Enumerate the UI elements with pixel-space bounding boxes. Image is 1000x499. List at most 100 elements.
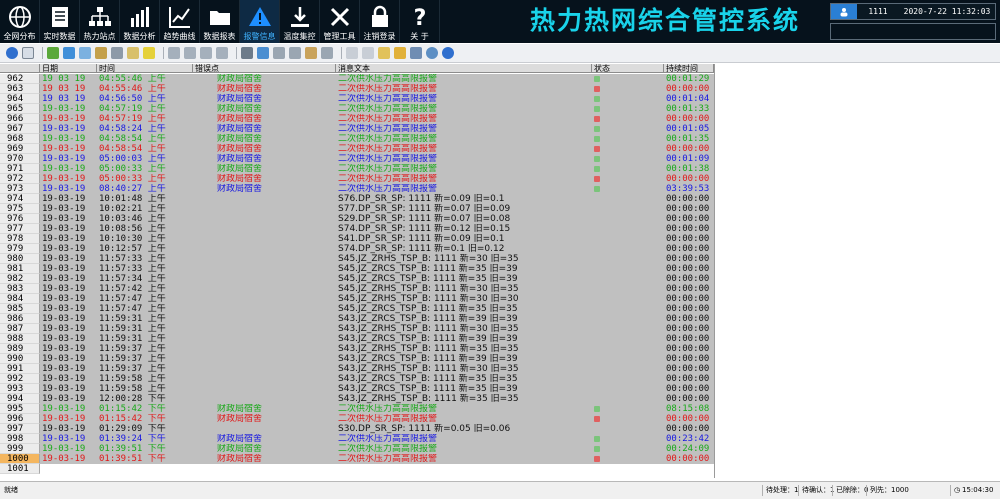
- table-row[interactable]: 986 19-03-19 11:59:31 上午 S43.JZ_ZRCS_TSP_B:…: [0, 314, 714, 324]
- table-row[interactable]: 976 19-03-19 10:03:46 上午 S29.DP_SR_SP: 1111…: [0, 214, 714, 224]
- table-row[interactable]: 974 19-03-19 10:01:48 上午 S76.DP_SR_SP: 1111…: [0, 194, 714, 204]
- table-row[interactable]: 977 19-03-19 10:08:56 上午 S74.DP_SR_SP: 1111…: [0, 224, 714, 234]
- table-row[interactable]: 987 19-03-19 11:59:31 上午 S43.JZ_ZRHS_TSP_B:…: [0, 324, 714, 334]
- nav-button-6[interactable]: 报警信息: [240, 0, 280, 43]
- table-row[interactable]: 964 19 03 19 04:56:50 上午 财政局宿舍 二次供水压力高高限报警 00…: [0, 94, 714, 104]
- nav-button-4[interactable]: 趋势曲线: [160, 0, 200, 43]
- nav-button-3[interactable]: 数据分析: [120, 0, 160, 43]
- note-icon[interactable]: [378, 47, 390, 59]
- report-icon[interactable]: [22, 47, 34, 59]
- help-icon[interactable]: [6, 47, 18, 59]
- nav-button-2[interactable]: 热力站点: [80, 0, 120, 43]
- row-index: 994: [0, 394, 40, 404]
- status-divider: [866, 485, 867, 496]
- export-icon[interactable]: [257, 47, 269, 59]
- status-divider: [762, 485, 763, 496]
- status-bar: 就绪 待处理：1 待确认：1 已除除：0 列先：1000 ◷ 15:04:30: [0, 481, 1000, 499]
- table-row[interactable]: 970 19-03-19 05:00:03 上午 财政局宿舍 二次供水压力高高限报警 00…: [0, 154, 714, 164]
- last-page-icon[interactable]: [216, 47, 228, 59]
- nav-button-1[interactable]: 实时数据: [40, 0, 80, 43]
- table-row[interactable]: 963 19 03 19 04:55:46 上午 财政局宿舍 二次供水压力高高限报警 00…: [0, 84, 714, 94]
- row-date: 19-03-19: [40, 334, 97, 344]
- user-icon[interactable]: [831, 4, 857, 19]
- table-row[interactable]: 996 19-03-19 01:15:42 下午 财政局宿舍 二次供水压力高高限报警 00…: [0, 414, 714, 424]
- table-row[interactable]: 983 19-03-19 11:57:42 上午 S45.JZ_ZRHS_TSP_B:…: [0, 284, 714, 294]
- table-row[interactable]: 999 19-03-19 01:39:51 下午 财政局宿舍 二次供水压力高高限报警 00…: [0, 444, 714, 454]
- settings-icon[interactable]: [289, 47, 301, 59]
- ack-icon: [594, 106, 600, 112]
- nav-button-0[interactable]: 全网分布: [0, 0, 40, 43]
- table-row[interactable]: 989 19-03-19 11:59:37 上午 S43.JZ_ZRHS_TSP_B:…: [0, 344, 714, 354]
- highlight-icon[interactable]: [143, 47, 155, 59]
- table-row[interactable]: 998 19-03-19 01:39:24 下午 财政局宿舍 二次供水压力高高限报警 00…: [0, 434, 714, 444]
- paste-icon[interactable]: [362, 47, 374, 59]
- table-row[interactable]: 993 19-03-19 11:59:58 上午 S43.JZ_ZRCS_TSP_B:…: [0, 384, 714, 394]
- table-row[interactable]: 975 19-03-19 10:02:21 上午 S77.DP_SR_SP: 1111…: [0, 204, 714, 214]
- table-row[interactable]: 1001: [0, 464, 714, 474]
- table-row[interactable]: 982 19-03-19 11:57:34 上午 S45.JZ_ZRCS_TSP_B:…: [0, 274, 714, 284]
- svg-text:?: ?: [413, 6, 426, 30]
- table-row[interactable]: 997 19-03-19 01:29:09 下午 S30.DP_SR_SP: 1111…: [0, 424, 714, 434]
- table-row[interactable]: 965 19-03-19 04:57:19 上午 财政局宿舍 二次供水压力高高限报警 00…: [0, 104, 714, 114]
- row-duration: 00:00:00: [664, 374, 714, 384]
- header-date[interactable]: 日期: [40, 64, 97, 73]
- table-row[interactable]: 962 19 03 19 04:55:46 上午 财政局宿舍 二次供水压力高高限报警 00…: [0, 74, 714, 84]
- table-row[interactable]: 972 19-03-19 05:00:33 上午 财政局宿舍 二次供水压力高高限报警 00…: [0, 174, 714, 184]
- header-message[interactable]: 消息文本: [336, 64, 592, 73]
- nav-button-5[interactable]: 数据报表: [200, 0, 240, 43]
- row-duration: 00:00:00: [664, 274, 714, 284]
- table-row[interactable]: 985 19-03-19 11:57:47 上午 S45.JZ_ZRCS_TSP_B:…: [0, 304, 714, 314]
- table-row[interactable]: 969 19-03-19 04:58:54 上午 财政局宿舍 二次供水压力高高限报警 00…: [0, 144, 714, 154]
- table-row[interactable]: 980 19-03-19 11:57:33 上午 S45.JZ_ZRHS_TSP_B:…: [0, 254, 714, 264]
- table-row[interactable]: 992 19-03-19 11:59:58 上午 S43.JZ_ZRCS_TSP_B:…: [0, 374, 714, 384]
- clock-icon[interactable]: [426, 47, 438, 59]
- row-message: S76.DP_SR_SP: 1111 新=0.09 旧=0.1: [336, 194, 592, 204]
- table-row[interactable]: 984 19-03-19 11:57:47 上午 S45.JZ_ZRHS_TSP_B:…: [0, 294, 714, 304]
- tag-icon[interactable]: [305, 47, 317, 59]
- nav-button-9[interactable]: 注销登录: [360, 0, 400, 43]
- table-row[interactable]: 971 19-03-19 05:00:33 上午 财政局宿舍 二次供水压力高高限报警 00…: [0, 164, 714, 174]
- column-icon[interactable]: [273, 47, 285, 59]
- chart-icon[interactable]: [127, 47, 139, 59]
- header-state[interactable]: 状态: [592, 64, 664, 73]
- table-row[interactable]: 967 19-03-19 04:58:24 上午 财政局宿舍 二次供水压力高高限报警 00…: [0, 124, 714, 134]
- table-row[interactable]: 1000 19-03-19 01:39:51 下午 财政局宿舍 二次供水压力高高限报警 0…: [0, 454, 714, 464]
- first-page-icon[interactable]: [168, 47, 180, 59]
- nav-button-10[interactable]: ? 关 于: [400, 0, 440, 43]
- table-row[interactable]: 979 19-03-19 10:12:57 上午 S74.DP_SR_SP: 1111…: [0, 244, 714, 254]
- copy-icon[interactable]: [346, 47, 358, 59]
- print-icon[interactable]: [241, 47, 253, 59]
- table-row[interactable]: 966 19-03-19 04:57:19 上午 财政局宿舍 二次供水压力高高限报警 00…: [0, 114, 714, 124]
- table-row[interactable]: 978 19-03-19 10:10:30 上午 S41.DP_SR_SP: 1111…: [0, 234, 714, 244]
- table-row[interactable]: 968 19-03-19 04:58:54 上午 财政局宿舍 二次供水压力高高限报警 00…: [0, 134, 714, 144]
- header-error-point[interactable]: 错误点: [193, 64, 336, 73]
- table-icon[interactable]: [111, 47, 123, 59]
- table-row[interactable]: 995 19-03-19 01:15:42 下午 财政局宿舍 二次供水压力高高限报警 08…: [0, 404, 714, 414]
- row-state: [592, 454, 664, 464]
- nav-button-7[interactable]: 温度集控: [280, 0, 320, 43]
- table-row[interactable]: 994 19-03-19 12:00:28 下午 S43.JZ_ZRHS_TSP_B:…: [0, 394, 714, 404]
- sort-icon[interactable]: [79, 47, 91, 59]
- table-row[interactable]: 973 19-03-19 08:40:27 上午 财政局宿舍 二次供水压力高高限报警 03…: [0, 184, 714, 194]
- next-page-icon[interactable]: [200, 47, 212, 59]
- header-time[interactable]: 时间: [97, 64, 193, 73]
- grid-icon[interactable]: [95, 47, 107, 59]
- row-index: 985: [0, 304, 40, 314]
- lock-icon[interactable]: [394, 47, 406, 59]
- row-index: 978: [0, 234, 40, 244]
- row-state: [592, 394, 664, 404]
- header-duration[interactable]: 持续时间: [664, 64, 714, 73]
- refresh-icon[interactable]: [47, 47, 59, 59]
- info-icon[interactable]: [442, 47, 454, 59]
- filter-icon[interactable]: [63, 47, 75, 59]
- table-row[interactable]: 981 19-03-19 11:57:33 上午 S45.JZ_ZRCS_TSP_B:…: [0, 264, 714, 274]
- user-group-icon[interactable]: [410, 47, 422, 59]
- nav-button-8[interactable]: 管理工具: [320, 0, 360, 43]
- table-row[interactable]: 990 19-03-19 11:59:37 上午 S43.JZ_ZRCS_TSP_B:…: [0, 354, 714, 364]
- table-row[interactable]: 988 19-03-19 11:59:31 上午 S43.JZ_ZRCS_TSP_B:…: [0, 334, 714, 344]
- table-row[interactable]: 991 19-03-19 11:59:37 上午 S43.JZ_ZRHS_TSP_B:…: [0, 364, 714, 374]
- prev-page-icon[interactable]: [184, 47, 196, 59]
- stop-icon[interactable]: [321, 47, 333, 59]
- row-message: 二次供水压力高高限报警: [336, 84, 592, 94]
- row-duration: 00:01:04: [664, 94, 714, 104]
